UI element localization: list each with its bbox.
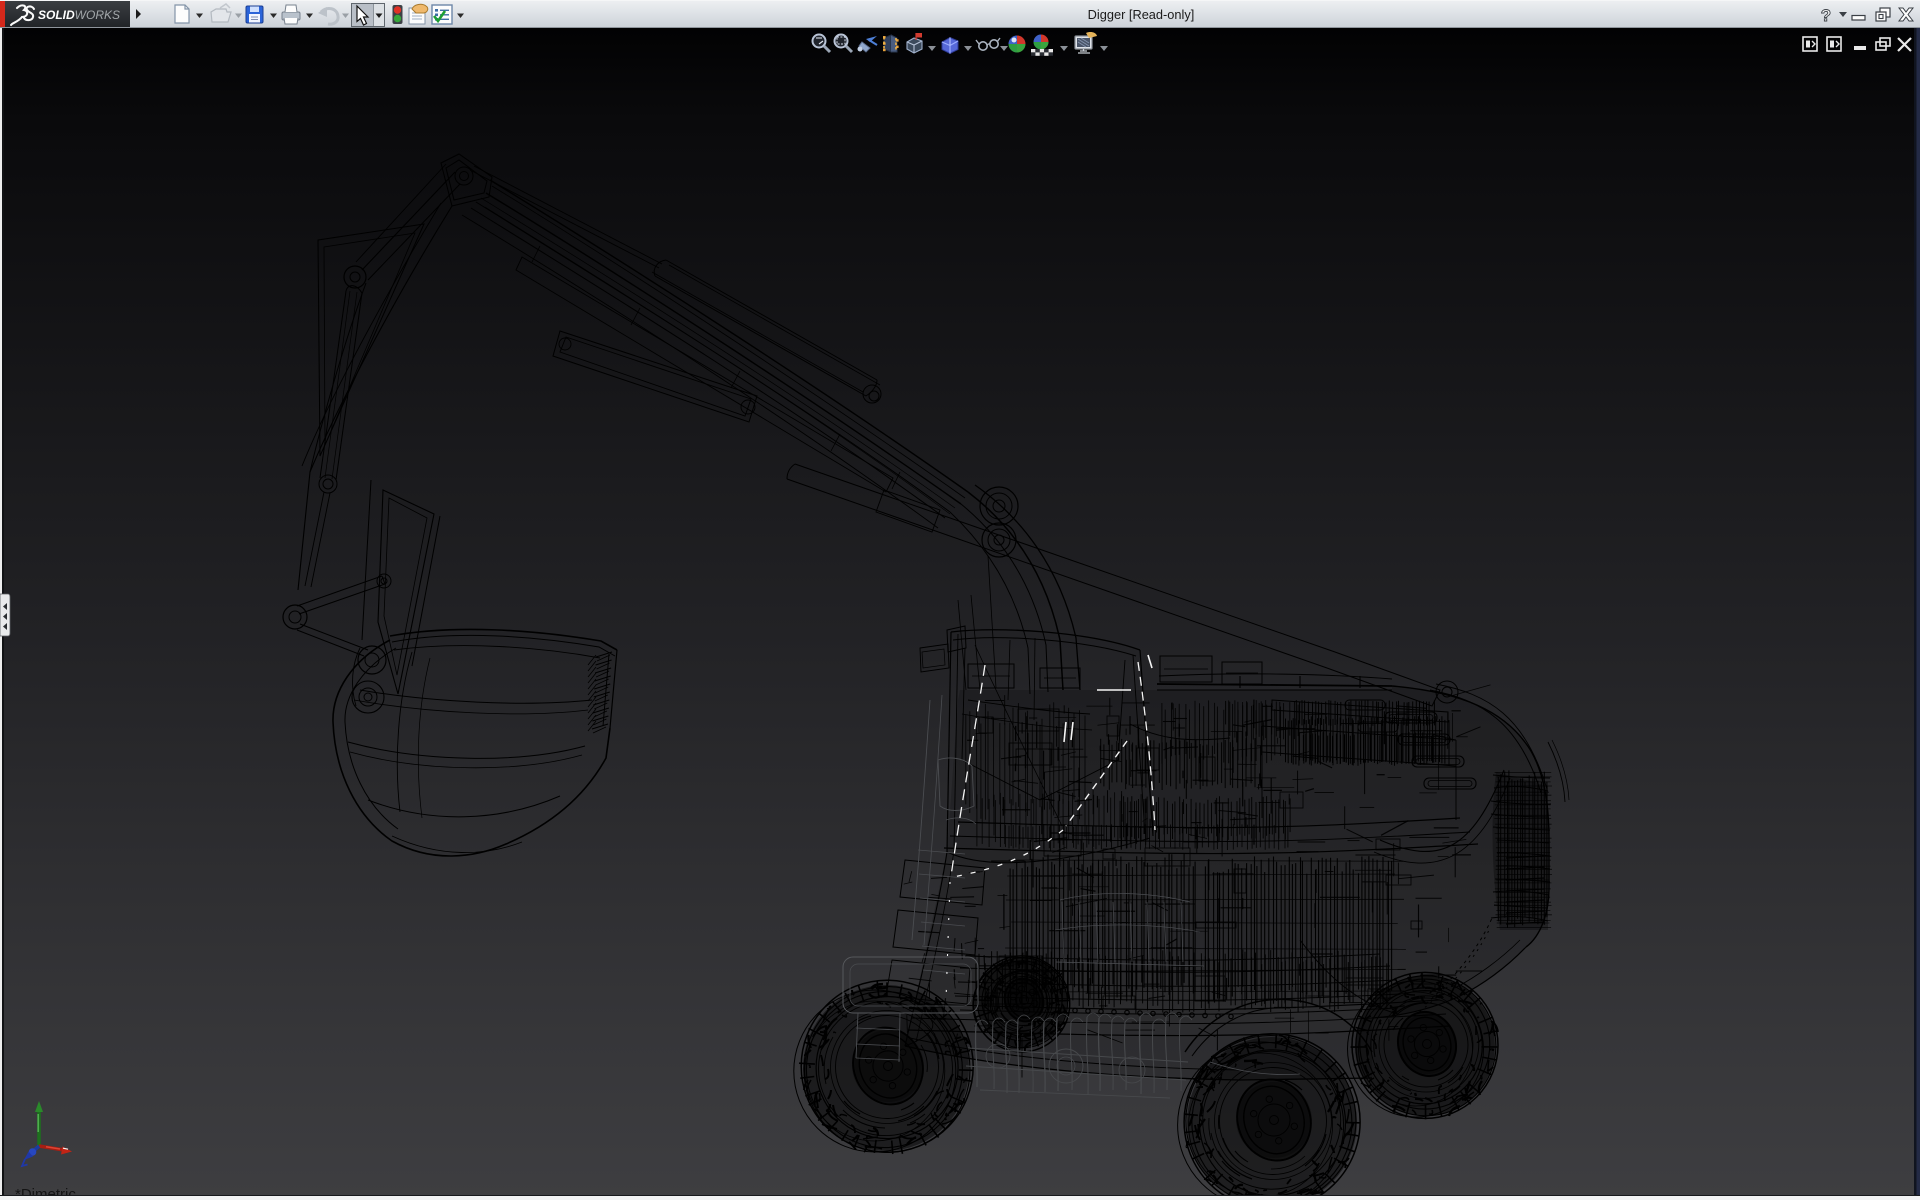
svg-text:?: ? xyxy=(1821,6,1831,25)
svg-text:SOLIDWORKS: SOLIDWORKS xyxy=(38,8,120,22)
svg-text:Digger [Read-only]: Digger [Read-only] xyxy=(1088,7,1195,22)
